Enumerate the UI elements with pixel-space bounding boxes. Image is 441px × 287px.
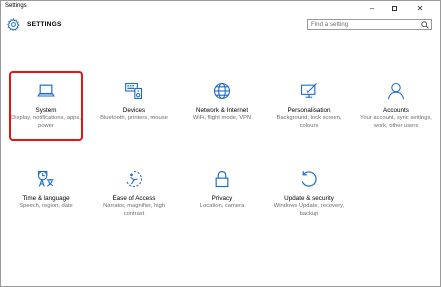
close-icon: ✕: [416, 3, 424, 13]
gear-icon: [7, 18, 20, 31]
tile-label: Network & Internet: [195, 107, 249, 114]
tile-label: Ease of Access: [112, 195, 156, 202]
tile-time-language[interactable]: Time & language Speech, region, date: [6, 169, 86, 211]
tile-devices[interactable]: Devices Bluetooth, printers, mouse: [94, 81, 174, 123]
minimize-icon: –: [369, 3, 375, 13]
tile-update-security[interactable]: Update & security Windows Update, recove…: [269, 169, 349, 218]
paint-monitor-icon: [300, 83, 317, 98]
minimize-button[interactable]: –: [361, 1, 383, 15]
tile-description: Your account, sync settings, work, other…: [360, 115, 432, 129]
update-icon: [301, 171, 317, 187]
close-button[interactable]: ✕: [409, 1, 431, 15]
tile-description: Speech, region, date: [19, 203, 73, 209]
tile-accounts[interactable]: Accounts Your account, sync settings, wo…: [356, 81, 436, 130]
tile-personalisation[interactable]: Personalisation Background, lock screen,…: [269, 81, 349, 130]
tile-ease-of-access[interactable]: Ease of Access Narrator, magnifier, high…: [94, 169, 174, 218]
tile-description: WiFi, flight mode, VPN: [192, 115, 252, 121]
settings-header: SETTINGS: [1, 15, 440, 37]
tile-label: Devices: [122, 107, 146, 114]
lock-icon: [215, 170, 229, 188]
tile-label: Time & language: [22, 195, 70, 202]
maximize-button[interactable]: [383, 1, 405, 15]
search-box[interactable]: [307, 19, 432, 30]
tile-label: Update & security: [284, 195, 334, 202]
title-bar: Settings – ✕: [1, 1, 440, 15]
tile-label: Accounts: [383, 107, 409, 114]
page-title: SETTINGS: [27, 21, 62, 28]
tile-description: Location, camera: [199, 203, 245, 209]
time-language-icon: [37, 170, 54, 187]
tile-description: Windows Update, recovery, backup: [273, 203, 345, 217]
globe-icon: [213, 82, 231, 100]
tile-privacy[interactable]: Privacy Location, camera: [182, 169, 262, 211]
search-input[interactable]: [310, 20, 415, 29]
tile-description: Narrator, magnifier, high contrast: [103, 203, 165, 217]
search-icon[interactable]: [421, 21, 429, 29]
tile-label: Privacy: [211, 195, 233, 202]
window-title: Settings: [5, 3, 27, 9]
person-icon: [387, 82, 405, 100]
tile-description: Bluetooth, printers, mouse: [100, 115, 168, 121]
selection-highlight: [9, 71, 83, 141]
settings-window: Settings – ✕ SETTINGS Find a setting Sys…: [0, 0, 441, 287]
tile-label: Personalisation: [287, 107, 331, 114]
keyboard-speaker-icon: [125, 82, 143, 100]
tile-description: Background, lock screen, colours: [276, 115, 342, 129]
ease-of-access-icon: [126, 170, 142, 188]
maximize-icon: [391, 5, 397, 11]
tile-network[interactable]: Network & Internet WiFi, flight mode, VP…: [182, 81, 262, 123]
